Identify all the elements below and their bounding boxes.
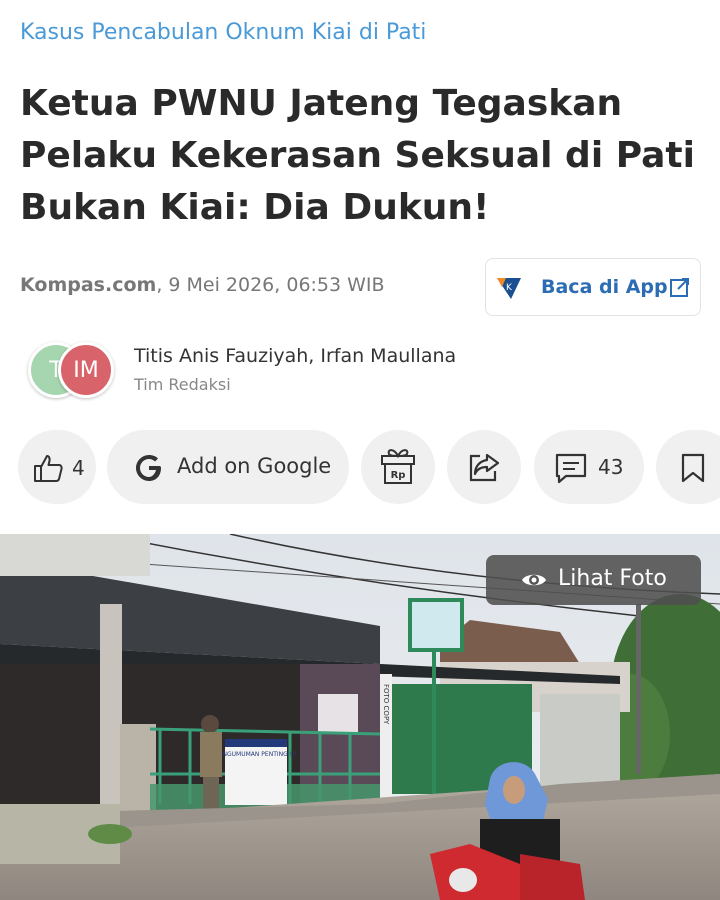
comment-count: 43 bbox=[598, 455, 624, 479]
eye-icon bbox=[522, 574, 546, 586]
author-names[interactable]: Titis Anis Fauziyah, Irfan Maullana bbox=[134, 345, 456, 367]
like-button[interactable]: 4 bbox=[18, 430, 96, 504]
external-link-icon bbox=[670, 278, 689, 297]
headline-line: Ketua PWNU Jateng Tegaskan bbox=[20, 83, 623, 124]
author-avatars[interactable]: T IM bbox=[28, 342, 124, 402]
like-count: 4 bbox=[72, 456, 85, 480]
avatar[interactable]: IM bbox=[58, 342, 114, 398]
article-meta: Kompas.com, 9 Mei 2026, 06:53 WIB bbox=[20, 274, 385, 296]
share-icon bbox=[469, 453, 500, 482]
publish-date: , 9 Mei 2026, 06:53 WIB bbox=[156, 274, 385, 296]
bookmark-button[interactable] bbox=[656, 430, 720, 504]
gift-button[interactable]: Rp bbox=[361, 430, 435, 504]
gift-icon: Rp bbox=[381, 449, 415, 484]
poster-text: PENGUMUMAN PENTING !!! bbox=[215, 751, 297, 758]
view-photo-button[interactable]: Lihat Foto bbox=[486, 555, 701, 605]
author-team: Tim Redaksi bbox=[134, 375, 231, 394]
comment-button[interactable]: 43 bbox=[534, 430, 644, 504]
thumbs-up-icon bbox=[34, 455, 63, 482]
source-name: Kompas.com bbox=[20, 274, 157, 296]
comment-icon bbox=[555, 453, 587, 484]
headline-line: Bukan Kiai: Dia Dukun! bbox=[20, 187, 490, 228]
article-category[interactable]: Kasus Pencabulan Oknum Kiai di Pati bbox=[20, 20, 426, 45]
share-button[interactable] bbox=[447, 430, 521, 504]
view-photo-label: Lihat Foto bbox=[558, 566, 667, 591]
google-icon bbox=[136, 455, 161, 481]
add-on-google-label: Add on Google bbox=[177, 454, 332, 478]
read-in-app-label: Baca di App bbox=[541, 276, 668, 298]
read-in-app-button[interactable]: K Baca di App bbox=[485, 258, 701, 316]
article-headline: Ketua PWNU Jateng Tegaskan Pelaku Kekera… bbox=[20, 78, 700, 234]
headline-line: Pelaku Kekerasan Seksual di Pati bbox=[20, 135, 695, 176]
sign-text: FOTO COPY bbox=[382, 684, 390, 725]
add-on-google-button[interactable]: Add on Google bbox=[107, 430, 349, 504]
gift-rp-text: Rp bbox=[391, 470, 406, 481]
bookmark-icon bbox=[681, 453, 705, 483]
kompas-app-logo: K bbox=[497, 278, 521, 299]
